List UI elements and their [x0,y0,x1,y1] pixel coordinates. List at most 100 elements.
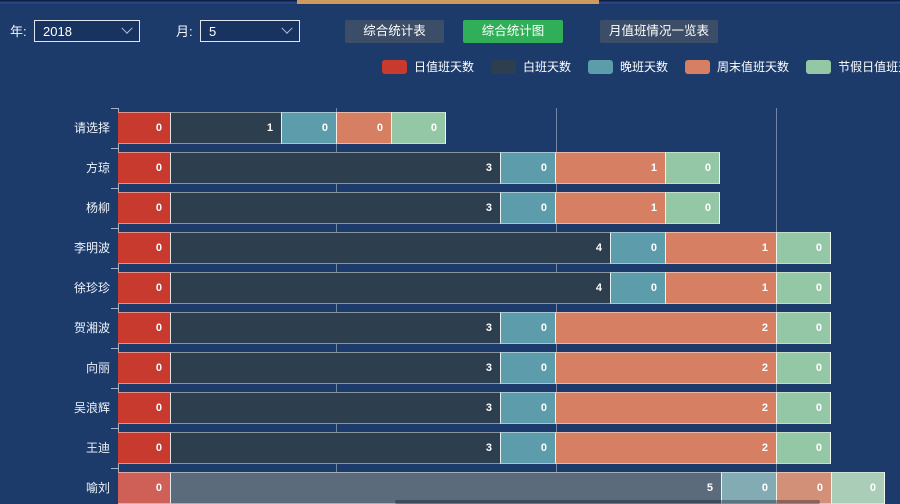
bar-segment-day-duty[interactable]: 0 [118,112,170,144]
segment-value: 1 [267,113,273,143]
bottom-shade [395,500,820,504]
segment-value: 3 [486,433,492,463]
bar-segment-night-shift[interactable]: 0 [281,112,336,144]
category-label: 杨柳 [0,192,110,224]
segment-value: 2 [762,313,768,343]
bar-segment-weekend-duty[interactable]: 1 [665,232,776,264]
bar-segment-holiday-duty[interactable]: 0 [776,392,831,424]
bar-segment-weekend-duty[interactable]: 2 [555,312,776,344]
bar-segment-night-shift[interactable]: 0 [610,232,665,264]
segment-value: 2 [762,433,768,463]
segment-value: 3 [486,153,492,183]
category-label: 徐珍珍 [0,272,110,304]
bar-segment-holiday-duty[interactable]: 0 [776,232,831,264]
bar-segment-holiday-duty[interactable]: 0 [665,152,720,184]
bar-segment-day-duty[interactable]: 0 [118,392,170,424]
segment-value: 0 [816,433,822,463]
bar-segment-weekend-duty[interactable]: 2 [555,432,776,464]
bar-segment-weekend-duty[interactable]: 0 [336,112,391,144]
category-label: 喻刘 [0,472,110,504]
segment-value: 0 [156,233,162,263]
segment-value: 3 [486,393,492,423]
bar-segment-weekend-duty[interactable]: 2 [555,352,776,384]
segment-value: 0 [816,393,822,423]
bar-segment-day-duty[interactable]: 0 [118,192,170,224]
bar-segment-day-duty[interactable]: 0 [118,352,170,384]
segment-value: 0 [817,473,823,503]
segment-value: 2 [762,353,768,383]
y-axis-tick [111,428,118,429]
bar-segment-night-shift[interactable]: 0 [500,432,555,464]
segment-value: 4 [596,233,602,263]
bar-segment-day-duty[interactable]: 0 [118,152,170,184]
bar-segment-day-shift[interactable]: 3 [170,312,500,344]
bar-segment-day-shift[interactable]: 3 [170,392,500,424]
bar-segment-night-shift[interactable]: 0 [500,192,555,224]
bar-segment-day-duty[interactable]: 0 [118,472,170,504]
bar-segment-holiday-duty[interactable]: 0 [831,472,885,504]
bar-segment-holiday-duty[interactable]: 0 [391,112,446,144]
segment-value: 0 [816,353,822,383]
bar-segment-day-shift[interactable]: 3 [170,152,500,184]
bar-segment-day-shift[interactable]: 3 [170,192,500,224]
bar-segment-day-shift[interactable]: 3 [170,432,500,464]
bar-segment-night-shift[interactable]: 0 [500,312,555,344]
category-label: 贺湘波 [0,312,110,344]
bar-segment-night-shift[interactable]: 0 [500,352,555,384]
y-axis-tick [111,108,118,109]
stacked-bar: 03020 [118,392,831,424]
category-label: 王迪 [0,432,110,464]
segment-value: 0 [541,193,547,223]
bar-segment-holiday-duty[interactable]: 0 [776,312,831,344]
segment-value: 2 [762,393,768,423]
bar-segment-day-shift[interactable]: 3 [170,352,500,384]
bar-segment-night-shift[interactable]: 0 [610,272,665,304]
bar-segment-night-shift[interactable]: 0 [500,152,555,184]
bar-segment-day-shift[interactable]: 4 [170,232,610,264]
segment-value: 0 [816,273,822,303]
segment-value: 0 [156,473,162,503]
segment-value: 0 [541,153,547,183]
bar-segment-weekend-duty[interactable]: 2 [555,392,776,424]
segment-value: 0 [156,113,162,143]
segment-value: 0 [541,313,547,343]
segment-value: 0 [156,393,162,423]
stacked-bar: 0 3 0 2 0 [118,312,831,344]
bar-segment-day-shift[interactable]: 4 [170,272,610,304]
bar-row: 王迪03020 [0,432,900,464]
category-label: 方琼 [0,152,110,184]
segment-value: 0 [156,353,162,383]
segment-value: 0 [762,473,768,503]
bar-segment-holiday-duty[interactable]: 0 [776,272,831,304]
bar-segment-holiday-duty[interactable]: 0 [776,432,831,464]
segment-value: 0 [816,233,822,263]
category-label: 李明波 [0,232,110,264]
category-label: 吴浪辉 [0,392,110,424]
bar-segment-day-duty[interactable]: 0 [118,432,170,464]
bar-segment-day-shift[interactable]: 1 [170,112,281,144]
stacked-bar: 03020 [118,352,831,384]
segment-value: 0 [705,153,711,183]
bar-segment-weekend-duty[interactable]: 1 [555,192,665,224]
segment-value: 0 [816,313,822,343]
y-axis-tick [111,268,118,269]
y-axis-tick [111,228,118,229]
stacked-bar: 03020 [118,432,831,464]
y-axis-tick [111,308,118,309]
category-label: 请选择 [0,112,110,144]
bar-segment-night-shift[interactable]: 0 [500,392,555,424]
bar-row: 贺湘波03020 [0,312,900,344]
segment-value: 0 [651,233,657,263]
segment-value: 3 [486,313,492,343]
bar-segment-weekend-duty[interactable]: 1 [665,272,776,304]
bar-segment-holiday-duty[interactable]: 0 [665,192,720,224]
bar-segment-day-duty[interactable]: 0 [118,232,170,264]
bar-segment-weekend-duty[interactable]: 1 [555,152,665,184]
bar-segment-day-duty[interactable]: 0 [118,272,170,304]
segment-value: 0 [156,193,162,223]
segment-value: 3 [486,353,492,383]
stacked-bar: 03010 [118,152,720,184]
bar-segment-day-duty[interactable]: 0 [118,312,170,344]
bar-segment-holiday-duty[interactable]: 0 [776,352,831,384]
y-axis-tick [111,148,118,149]
